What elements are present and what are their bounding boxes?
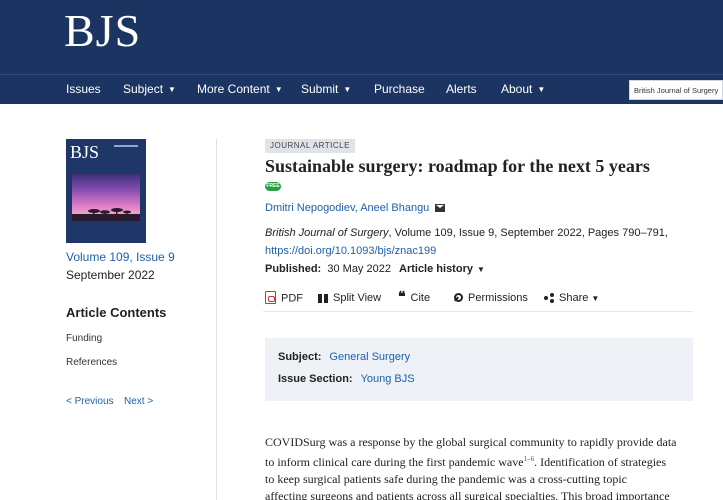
nav-issues-label: Issues [66, 82, 101, 96]
contents-item-funding[interactable]: Funding [66, 333, 102, 344]
cover-sunset-photo [72, 174, 140, 221]
body-line: to keep surgical patients safe during th… [265, 472, 628, 486]
share-label: Share [559, 292, 589, 304]
nav-subject[interactable]: Subject ▼ [123, 82, 176, 96]
nav-more-content[interactable]: More Content ▼ [197, 82, 283, 96]
chevron-down-icon: ▼ [591, 294, 600, 303]
body-text: . Identification of strategies [534, 455, 667, 469]
subject-label: Subject: [278, 351, 322, 363]
issue-cover-image[interactable]: BJS [66, 139, 146, 243]
cover-silhouette [72, 208, 140, 221]
cover-title: BJS [70, 142, 100, 162]
article-type-badge: JOURNAL ARTICLE [265, 139, 355, 153]
main-nav: Issues Subject ▼ More Content ▼ Submit ▼ Pu… [0, 74, 723, 104]
pdf-button[interactable]: PDF [265, 291, 303, 305]
subject-link[interactable]: General Surgery [329, 351, 410, 363]
nav-about[interactable]: About ▼ [501, 82, 545, 96]
chevron-down-icon: ▼ [274, 85, 283, 94]
journal-logo[interactable]: BJS [64, 8, 141, 54]
quote-icon: ❝ [398, 290, 406, 306]
author-separator: , [354, 202, 358, 214]
issue-section-link[interactable]: Young BJS [361, 373, 415, 385]
reference-link[interactable]: 1–6 [524, 455, 535, 463]
citation-details: , Volume 109, Issue 9, September 2022, P… [388, 227, 668, 239]
nav-issues[interactable]: Issues [66, 82, 101, 96]
share-button[interactable]: Share ▼ [544, 292, 599, 304]
body-line: COVIDSurg was a response by the global s… [265, 435, 677, 449]
doi-link[interactable]: https://doi.org/10.1093/bjs/znac199 [265, 245, 436, 257]
search-scope-select[interactable]: British Journal of Surgery [629, 80, 723, 100]
body-text: to inform clinical care during the first… [265, 455, 524, 469]
journal-name: British Journal of Surgery [265, 227, 389, 239]
cite-button[interactable]: ❝ Cite [398, 290, 431, 306]
author-link[interactable]: Dmitri Nepogodiev [265, 202, 355, 214]
permissions-button[interactable]: Permissions [453, 292, 528, 304]
site-header: BJS [0, 0, 723, 74]
citation-line: British Journal of Surgery, Volume 109, … [265, 227, 668, 239]
envelope-icon[interactable] [435, 204, 446, 212]
subject-info-box: Subject: General Surgery Issue Section: Yo… [265, 338, 693, 401]
chevron-down-icon: ▼ [343, 85, 352, 94]
cite-label: Cite [410, 292, 431, 304]
nav-purchase-label: Purchase [374, 82, 425, 96]
author-link[interactable]: Aneel Bhangu [360, 202, 429, 214]
nav-subject-label: Subject [123, 82, 164, 96]
free-access-badge: FREE [265, 182, 281, 191]
chevron-down-icon: ▼ [168, 85, 176, 94]
search-scope-label: British Journal of Surgery [634, 86, 719, 95]
body-line: affecting surgeons and patients across a… [265, 489, 670, 500]
nav-purchase[interactable]: Purchase [374, 82, 425, 96]
split-view-button[interactable]: Split View [318, 292, 381, 304]
issue-section-label: Issue Section: [278, 373, 353, 385]
published-label: Published: [265, 263, 322, 275]
body-line: to inform clinical care during the first… [265, 451, 705, 471]
contents-item-references[interactable]: References [66, 357, 117, 368]
split-view-icon [318, 293, 328, 303]
share-icon [544, 293, 554, 304]
pdf-icon [265, 291, 276, 304]
previous-article-link[interactable]: < Previous [66, 396, 114, 407]
article-title: Sustainable surgery: roadmap for the nex… [265, 156, 650, 176]
chevron-down-icon: ▼ [476, 265, 485, 274]
split-view-label: Split View [333, 292, 382, 304]
article-body-paragraph: COVIDSurg was a response by the global s… [265, 434, 705, 500]
key-icon [453, 293, 463, 303]
nav-more-content-label: More Content [197, 82, 270, 96]
article-contents-heading: Article Contents [66, 305, 167, 320]
article-history-toggle[interactable]: Article history ▼ [399, 263, 485, 275]
next-article-link[interactable]: Next > [124, 396, 153, 407]
nav-about-label: About [501, 82, 533, 96]
chevron-down-icon: ▼ [537, 85, 546, 94]
nav-submit[interactable]: Submit ▼ [301, 82, 351, 96]
volume-issue-link[interactable]: Volume 109, Issue 9 [66, 250, 175, 264]
pdf-label: PDF [281, 292, 303, 305]
issue-date: September 2022 [66, 268, 155, 282]
column-divider [216, 139, 217, 500]
article-history-label: Article history [399, 263, 473, 275]
issue-section-row: Issue Section: Young BJS [278, 373, 415, 385]
permissions-label: Permissions [468, 292, 528, 304]
author-list: Dmitri Nepogodiev, Aneel Bhangu [265, 202, 446, 214]
article-toolbar: PDF Split View ❝ Cite Permissions Share ▼ [263, 290, 693, 312]
cover-decoration [114, 145, 138, 147]
nav-alerts[interactable]: Alerts [446, 82, 477, 96]
nav-submit-label: Submit [301, 82, 339, 96]
published-date: 30 May 2022 [327, 263, 391, 275]
published-line: Published: 30 May 2022 [265, 263, 391, 275]
subject-row: Subject: General Surgery [278, 351, 410, 363]
nav-alerts-label: Alerts [446, 82, 477, 96]
